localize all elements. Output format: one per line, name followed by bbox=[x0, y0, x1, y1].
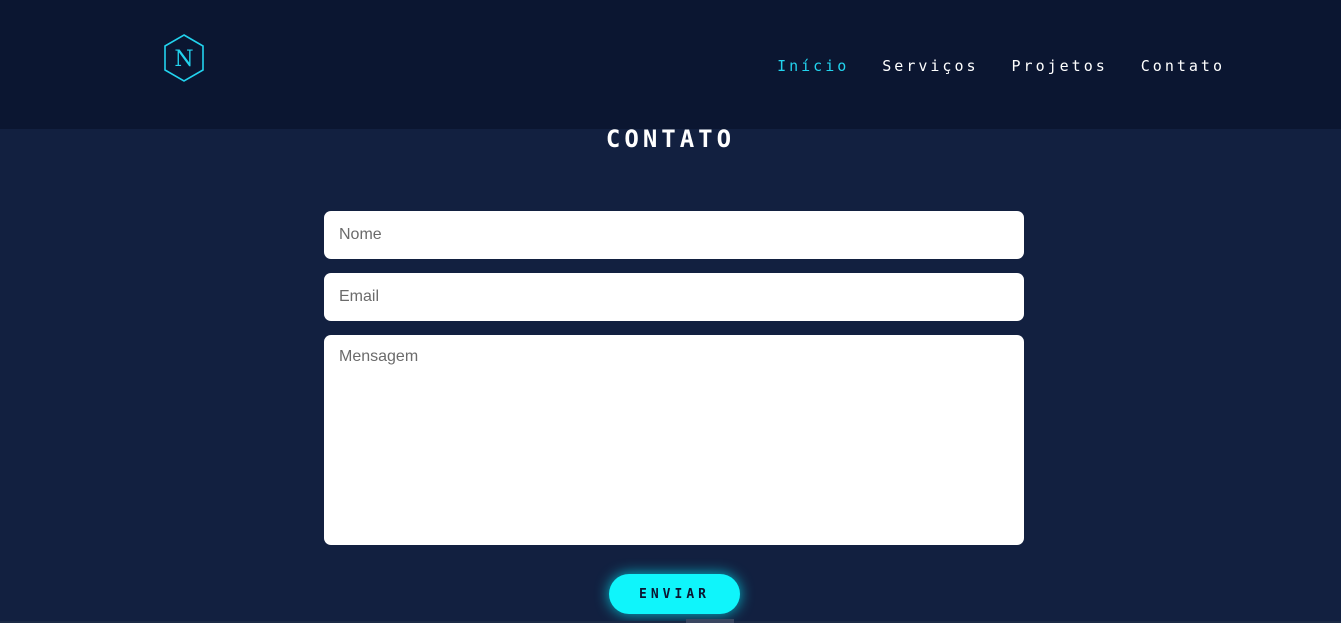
page: N Início Serviços Projetos Contato CONTA… bbox=[0, 0, 1341, 623]
main-nav: Início Serviços Projetos Contato bbox=[777, 56, 1225, 76]
name-input[interactable] bbox=[324, 211, 1024, 259]
logo-letter: N bbox=[174, 47, 193, 72]
nav-contato[interactable]: Contato bbox=[1141, 56, 1225, 76]
site-header: N Início Serviços Projetos Contato bbox=[0, 0, 1341, 129]
nav-projetos[interactable]: Projetos bbox=[1012, 56, 1108, 76]
logo-graphic: N bbox=[164, 34, 204, 82]
contact-title: CONTATO bbox=[605, 125, 736, 153]
submit-button[interactable]: ENVIAR bbox=[609, 574, 740, 614]
nav-inicio[interactable]: Início bbox=[777, 56, 849, 76]
email-input[interactable] bbox=[324, 273, 1024, 321]
message-textarea[interactable] bbox=[324, 335, 1024, 545]
hexagon-logo-icon[interactable]: N bbox=[162, 33, 206, 83]
nav-servicos[interactable]: Serviços bbox=[882, 56, 978, 76]
contact-form bbox=[324, 211, 1024, 545]
scroll-indicator bbox=[686, 619, 734, 623]
